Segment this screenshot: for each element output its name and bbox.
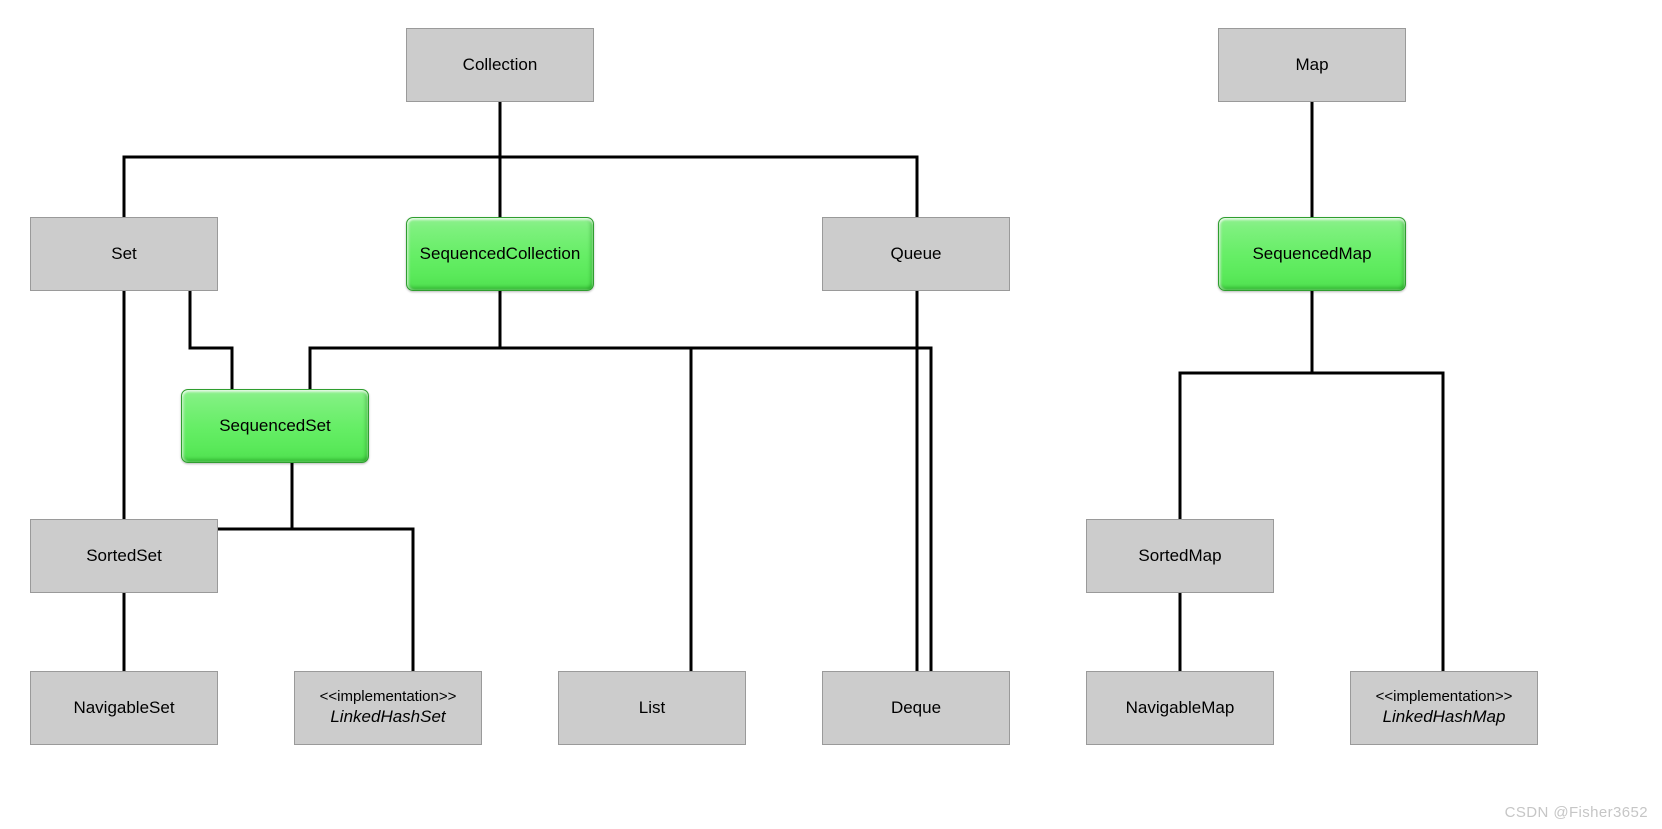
node-label-queue: Queue <box>890 243 942 263</box>
watermark: CSDN @Fisher3652 <box>1504 804 1648 821</box>
edge-sequencedcollection-to-deque <box>500 346 933 671</box>
diagram-canvas: Collection Map Set SequencedCollection Queue… <box>0 0 1662 829</box>
node-queue[interactable]: Queue <box>822 217 1010 291</box>
edge-collection-to-set <box>122 102 502 217</box>
node-label-sortedset: SortedSet <box>86 545 162 565</box>
node-navigableset[interactable]: NavigableSet <box>30 671 218 745</box>
node-label-navigablemap: NavigableMap <box>1125 697 1235 717</box>
node-deque[interactable]: Deque <box>822 671 1010 745</box>
edge-sequencedcollection-to-sequencedset <box>308 291 502 389</box>
node-label-list: List <box>638 697 666 717</box>
node-sequencedset[interactable]: SequencedSet <box>181 389 369 463</box>
edge-set-to-sequencedset <box>188 291 234 389</box>
node-label-navigableset: NavigableSet <box>73 697 175 717</box>
node-navigablemap[interactable]: NavigableMap <box>1086 671 1274 745</box>
edge-sequencedcollection-to-list <box>500 346 693 671</box>
node-set[interactable]: Set <box>30 217 218 291</box>
node-label-linkedhashmap: LinkedHashMap <box>1382 706 1506 726</box>
node-collection[interactable]: Collection <box>406 28 594 102</box>
node-stereotype-linkedhashmap: <<implementation>> <box>1375 688 1513 706</box>
node-sequencedcollection[interactable]: SequencedCollection <box>406 217 594 291</box>
edge-sequencedmap-to-sortedmap <box>1178 291 1314 519</box>
node-label-sequencedset: SequencedSet <box>219 415 331 435</box>
node-sequencedmap[interactable]: SequencedMap <box>1218 217 1406 291</box>
edge-sequencedmap-to-linkedhashmap <box>1312 371 1445 671</box>
node-label-linkedhashset: LinkedHashSet <box>330 706 446 726</box>
node-label-sequencedmap: SequencedMap <box>1252 243 1372 263</box>
node-linkedhashmap[interactable]: <<implementation>> LinkedHashMap <box>1350 671 1538 745</box>
node-linkedhashset[interactable]: <<implementation>> LinkedHashSet <box>294 671 482 745</box>
edge-sequencedset-to-linkedhashset <box>292 527 415 671</box>
node-sortedmap[interactable]: SortedMap <box>1086 519 1274 593</box>
node-label-deque: Deque <box>890 697 942 717</box>
node-stereotype-linkedhashset: <<implementation>> <box>319 688 457 706</box>
node-sortedset[interactable]: SortedSet <box>30 519 218 593</box>
node-list[interactable]: List <box>558 671 746 745</box>
node-label-set: Set <box>111 243 137 263</box>
node-label-sortedmap: SortedMap <box>1138 545 1222 565</box>
node-map[interactable]: Map <box>1218 28 1406 102</box>
node-label-collection: Collection <box>462 54 538 74</box>
node-label-map: Map <box>1295 54 1329 74</box>
node-label-sequencedcollection: SequencedCollection <box>419 243 581 263</box>
edge-collection-to-queue <box>500 155 919 217</box>
